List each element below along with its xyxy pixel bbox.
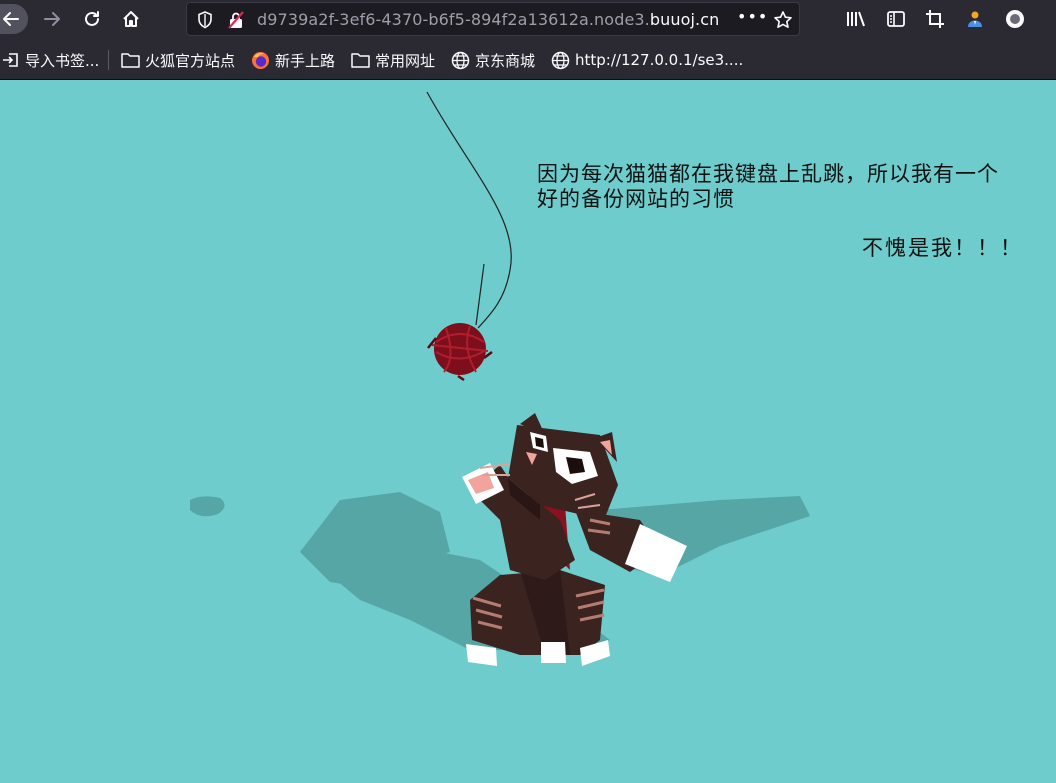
- extension-agent-icon: [968, 11, 982, 27]
- library-icon: [847, 11, 865, 27]
- url-bar[interactable]: d9739a2f-3ef6-4370-b6f5-894f2a13612a.nod…: [186, 2, 800, 36]
- shield-icon[interactable]: [197, 11, 213, 29]
- page-content: 因为每次猫猫都在我键盘上乱跳，所以我有一个 好的备份网站的习惯 不愧是我！！！: [0, 80, 1056, 783]
- bookmark-firefox-site[interactable]: 火狐官方站点: [121, 48, 235, 72]
- insecure-lock-icon[interactable]: [227, 11, 245, 29]
- yarn-string: [426, 91, 512, 329]
- bookmark-label: 导入书签...: [25, 51, 100, 70]
- bookmark-label: 京东商城: [475, 51, 536, 70]
- back-button[interactable]: [0, 4, 28, 34]
- forward-button[interactable]: [36, 4, 68, 34]
- circle-extension-icon: [1006, 10, 1024, 28]
- globe-icon: [451, 51, 470, 69]
- bookmark-import[interactable]: 导入书签...: [2, 48, 99, 72]
- bookmarks-toolbar: 导入书签... 火狐官方站点 新手上路 常用网址 京东商城 http://127…: [0, 40, 1056, 80]
- screenshot-button[interactable]: [919, 4, 951, 34]
- globe-icon: [551, 51, 570, 69]
- bookmark-label: 火狐官方站点: [145, 51, 236, 70]
- import-icon: [3, 53, 18, 67]
- bookmark-separator: [108, 50, 109, 70]
- folder-icon: [121, 53, 140, 68]
- message-text: 因为每次猫猫都在我键盘上乱跳，所以我有一个 好的备份网站的习惯: [537, 162, 999, 211]
- crop-icon: [926, 10, 944, 28]
- yarn-ball: [427, 323, 493, 382]
- bookmark-jd[interactable]: 京东商城: [451, 48, 535, 72]
- arrow-right-icon: [44, 12, 60, 26]
- bookmark-common-sites[interactable]: 常用网址: [351, 48, 435, 72]
- extension-button[interactable]: [959, 4, 991, 34]
- folder-icon: [351, 53, 370, 68]
- sidebar-button[interactable]: [880, 4, 912, 34]
- bookmark-label: 常用网址: [375, 51, 436, 70]
- yarn-string-end: [475, 263, 485, 326]
- bookmark-getting-started[interactable]: 新手上路: [251, 48, 335, 72]
- firefox-icon: [252, 51, 269, 69]
- home-icon: [123, 11, 139, 27]
- browser-toolbar: d9739a2f-3ef6-4370-b6f5-894f2a13612a.nod…: [0, 0, 1056, 40]
- message-exclaim: 不愧是我！！！: [862, 236, 1023, 260]
- library-button[interactable]: [840, 4, 872, 34]
- bookmark-label: http://127.0.0.1/se3....: [575, 51, 744, 69]
- bookmark-label: 新手上路: [275, 51, 336, 70]
- url-text[interactable]: d9739a2f-3ef6-4370-b6f5-894f2a13612a.nod…: [257, 10, 719, 29]
- sidebar-icon: [887, 11, 905, 27]
- page-actions-button[interactable]: •••: [737, 7, 768, 26]
- cat: [462, 413, 687, 666]
- reload-button[interactable]: [76, 4, 108, 34]
- arrow-left-icon: [3, 12, 19, 26]
- star-icon[interactable]: [773, 10, 793, 30]
- bookmark-localhost[interactable]: http://127.0.0.1/se3....: [551, 48, 743, 72]
- extension-button-2[interactable]: [999, 4, 1031, 34]
- home-button[interactable]: [115, 4, 147, 34]
- reload-icon: [85, 11, 99, 26]
